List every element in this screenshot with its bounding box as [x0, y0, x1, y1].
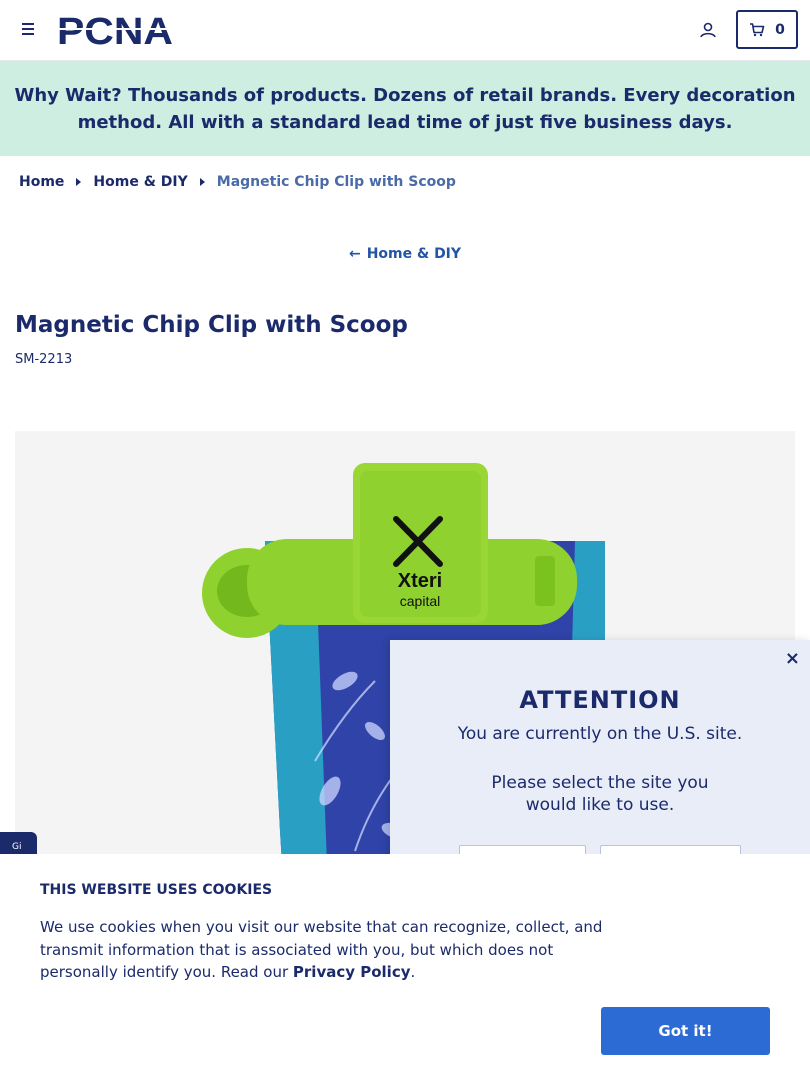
- cookie-text: We use cookies when you visit our websit…: [40, 916, 615, 984]
- banner-text: Why Wait? Thousands of products. Dozens …: [12, 82, 798, 136]
- cookie-heading: THIS WEBSITE USES COOKIES: [40, 882, 273, 898]
- cart-button[interactable]: 0: [736, 10, 798, 49]
- breadcrumb-home-link[interactable]: Home: [19, 174, 64, 190]
- breadcrumb-category-link[interactable]: Home & DIY: [93, 174, 187, 190]
- arrow-left-icon: ←: [348, 246, 361, 262]
- back-link-label: Home & DIY: [366, 246, 462, 262]
- product-sku: SM-2213: [15, 352, 73, 367]
- side-tab-label: Gi: [12, 842, 22, 852]
- breadcrumb-current: Magnetic Chip Clip with Scoop: [216, 174, 456, 190]
- pcna-logo[interactable]: PCNA: [57, 13, 179, 49]
- image-brand-text: Xteri: [398, 570, 442, 592]
- account-icon[interactable]: [698, 20, 718, 40]
- image-brand-sub: capital: [400, 593, 440, 609]
- banner-body-text: Thousands of products. Dozens of retail …: [77, 84, 796, 133]
- breadcrumb: Home Home & DIY Magnetic Chip Clip with …: [19, 174, 456, 190]
- site-select-modal: × ATTENTION You are currently on the U.S…: [390, 640, 810, 880]
- got-it-button[interactable]: Got it!: [601, 1007, 770, 1055]
- hamburger-menu-icon[interactable]: [18, 18, 40, 40]
- cart-count: 0: [775, 21, 785, 38]
- privacy-policy-link[interactable]: Privacy Policy: [293, 963, 411, 981]
- logo-text: PCNA: [57, 13, 173, 49]
- back-to-category-link[interactable]: ← Home & DIY: [0, 246, 810, 262]
- modal-heading: ATTENTION: [519, 686, 681, 714]
- breadcrumb-caret-icon: [76, 178, 82, 186]
- modal-current-site-text: You are currently on the U.S. site.: [457, 724, 743, 744]
- modal-instruction-text: Please select the site you would like to…: [491, 773, 709, 815]
- promo-banner: Why Wait? Thousands of products. Dozens …: [0, 61, 810, 156]
- cart-icon: [750, 22, 765, 36]
- site-header: PCNA 0: [0, 0, 810, 61]
- breadcrumb-caret-icon: [199, 178, 205, 186]
- close-icon[interactable]: ×: [785, 648, 800, 669]
- cookie-period: .: [410, 963, 416, 981]
- cookie-banner: THIS WEBSITE USES COOKIES We use cookies…: [0, 854, 810, 1080]
- product-title: Magnetic Chip Clip with Scoop: [15, 312, 408, 338]
- banner-bold-text: Why Wait?: [14, 84, 122, 106]
